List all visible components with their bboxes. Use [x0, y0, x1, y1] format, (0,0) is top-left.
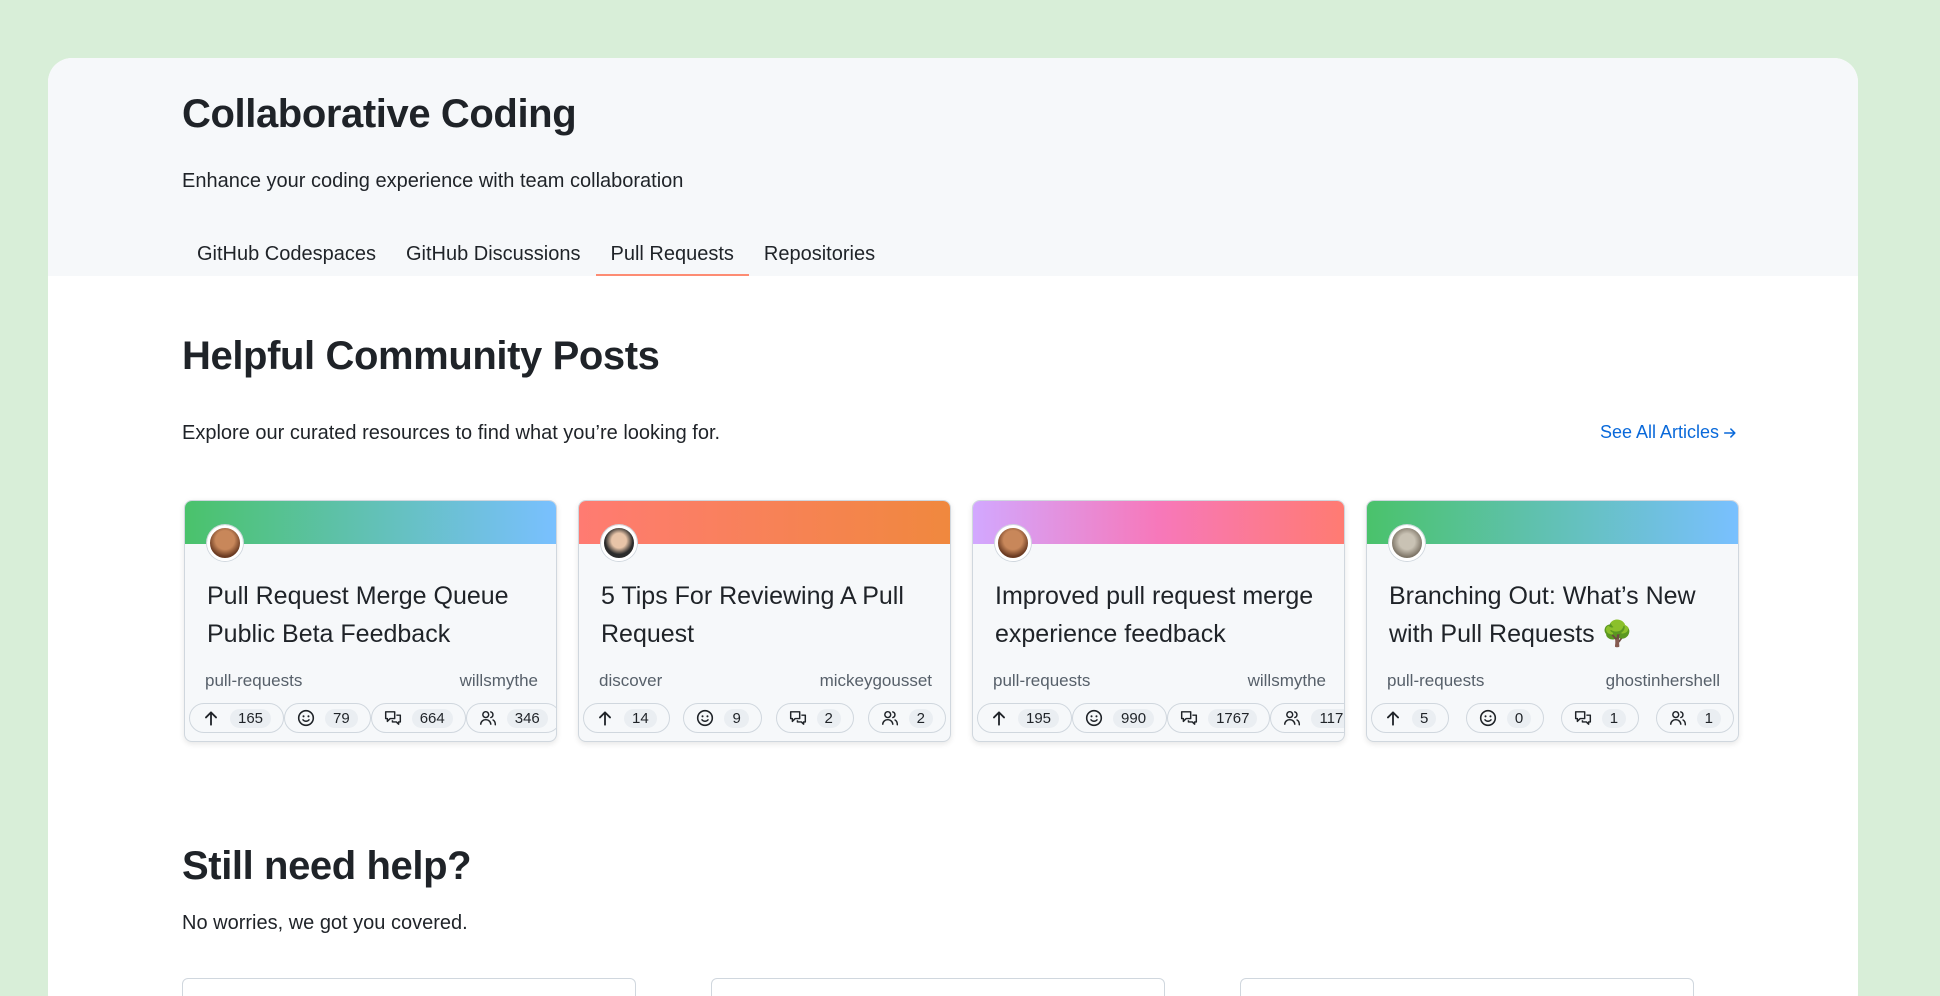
upvote-count: 5	[1412, 708, 1437, 728]
participant-count: 2	[908, 708, 933, 728]
reaction-count: 79	[325, 708, 358, 728]
people-icon	[1669, 710, 1686, 726]
smiley-icon	[297, 709, 315, 727]
community-posts-title: Helpful Community Posts	[182, 334, 660, 378]
comment-count: 1767	[1208, 708, 1258, 728]
main-window: Collaborative Coding Enhance your coding…	[48, 58, 1858, 996]
card-author[interactable]: willsmythe	[460, 671, 538, 691]
upvote-count: 14	[624, 708, 657, 728]
participant-pill[interactable]: 346	[465, 703, 556, 733]
reaction-pill[interactable]: 0	[1465, 703, 1545, 733]
post-card[interactable]: 5 Tips For Reviewing A Pull Request disc…	[578, 500, 951, 742]
tab-github-codespaces[interactable]: GitHub Codespaces	[182, 236, 391, 276]
reaction-pill[interactable]: 990	[1072, 703, 1168, 733]
tab-pull-requests[interactable]: Pull Requests	[595, 236, 750, 276]
participant-pill[interactable]: 1	[1655, 703, 1734, 733]
card-author[interactable]: willsmythe	[1248, 671, 1326, 691]
card-meta: discover mickeygousset	[599, 671, 932, 691]
arrow-up-icon	[205, 711, 217, 726]
help-subtitle: No worries, we got you covered.	[182, 912, 468, 934]
card-title[interactable]: Pull Request Merge Queue Public Beta Fee…	[207, 577, 542, 653]
card-author[interactable]: mickeygousset	[820, 671, 932, 691]
card-category[interactable]: discover	[599, 671, 662, 691]
card-meta: pull-requests willsmythe	[205, 671, 538, 691]
people-icon	[1284, 710, 1301, 726]
comment-discussion-icon	[1574, 711, 1591, 725]
comment-pill[interactable]: 2	[775, 703, 854, 733]
reaction-pill[interactable]: 9	[683, 703, 762, 733]
participant-pill[interactable]: 1179	[1270, 703, 1344, 733]
avatar[interactable]	[995, 525, 1031, 561]
arrow-right-icon	[1724, 427, 1736, 438]
arrow-up-icon	[1387, 711, 1399, 726]
participant-count: 1179	[1311, 708, 1344, 728]
comment-count: 664	[411, 708, 453, 728]
avatar[interactable]	[207, 525, 243, 561]
arrow-up-icon	[599, 711, 611, 726]
comment-pill[interactable]: 1767	[1167, 703, 1271, 733]
participant-count: 346	[506, 708, 548, 728]
help-card[interactable]	[711, 978, 1165, 996]
upvote-pill[interactable]: 195	[977, 703, 1073, 733]
card-author[interactable]: ghostinhershell	[1606, 671, 1720, 691]
upvote-pill[interactable]: 14	[583, 703, 670, 733]
card-category[interactable]: pull-requests	[993, 671, 1090, 691]
page-title: Collaborative Coding	[182, 92, 577, 136]
upvote-count: 165	[230, 708, 272, 728]
help-cards	[182, 978, 1694, 996]
card-category[interactable]: pull-requests	[205, 671, 302, 691]
reaction-count: 9	[724, 708, 749, 728]
tab-bar: GitHub Codespaces GitHub Discussions Pul…	[182, 236, 890, 276]
card-category[interactable]: pull-requests	[1387, 671, 1484, 691]
page-subtitle: Enhance your coding experience with team…	[182, 170, 684, 192]
people-icon	[881, 710, 898, 726]
comment-count: 2	[816, 708, 841, 728]
upvote-count: 195	[1018, 708, 1060, 728]
reaction-count: 0	[1506, 708, 1532, 728]
see-all-label: See All Articles	[1600, 422, 1720, 442]
card-stats: 5 0 1 1	[1371, 703, 1734, 733]
help-card[interactable]	[1240, 978, 1694, 996]
smiley-icon	[697, 709, 714, 727]
comment-pill[interactable]: 1	[1560, 703, 1640, 733]
smiley-icon	[1085, 709, 1103, 727]
avatar[interactable]	[601, 525, 637, 561]
card-meta: pull-requests ghostinhershell	[1387, 671, 1720, 691]
post-card[interactable]: Branching Out: What’s New with Pull Requ…	[1366, 500, 1739, 742]
post-card[interactable]: Improved pull request merge experience f…	[972, 500, 1345, 742]
help-card[interactable]	[182, 978, 636, 996]
comment-discussion-icon	[789, 711, 806, 725]
reaction-count: 990	[1113, 708, 1155, 728]
post-card[interactable]: Pull Request Merge Queue Public Beta Fee…	[184, 500, 557, 742]
participant-pill[interactable]: 2	[867, 703, 946, 733]
see-all-articles-link[interactable]: See All Articles	[1600, 422, 1737, 443]
card-stats: 165 79 664 346	[189, 703, 556, 733]
post-cards: Pull Request Merge Queue Public Beta Fee…	[184, 500, 1739, 742]
card-meta: pull-requests willsmythe	[993, 671, 1326, 691]
upvote-pill[interactable]: 165	[189, 703, 285, 733]
card-title[interactable]: Improved pull request merge experience f…	[995, 577, 1330, 653]
comment-discussion-icon	[384, 711, 401, 725]
tab-repositories[interactable]: Repositories	[749, 236, 890, 276]
community-posts-subtitle: Explore our curated resources to find wh…	[182, 422, 721, 444]
comment-count: 1	[1601, 708, 1627, 728]
tab-github-discussions[interactable]: GitHub Discussions	[391, 236, 596, 276]
card-stats: 14 9 2 2	[583, 703, 946, 733]
card-stats: 195 990 1767 1179	[977, 703, 1344, 733]
comment-pill[interactable]: 664	[370, 703, 466, 733]
help-title: Still need help?	[182, 844, 472, 888]
smiley-icon	[1479, 709, 1496, 727]
participant-count: 1	[1696, 708, 1721, 728]
avatar[interactable]	[1389, 525, 1425, 561]
people-icon	[479, 710, 496, 726]
comment-discussion-icon	[1181, 711, 1198, 725]
arrow-up-icon	[993, 711, 1005, 726]
card-title[interactable]: Branching Out: What’s New with Pull Requ…	[1389, 577, 1724, 653]
card-title[interactable]: 5 Tips For Reviewing A Pull Request	[601, 577, 936, 653]
reaction-pill[interactable]: 79	[284, 703, 371, 733]
upvote-pill[interactable]: 5	[1371, 703, 1450, 733]
hero-section: Collaborative Coding Enhance your coding…	[48, 58, 1858, 276]
